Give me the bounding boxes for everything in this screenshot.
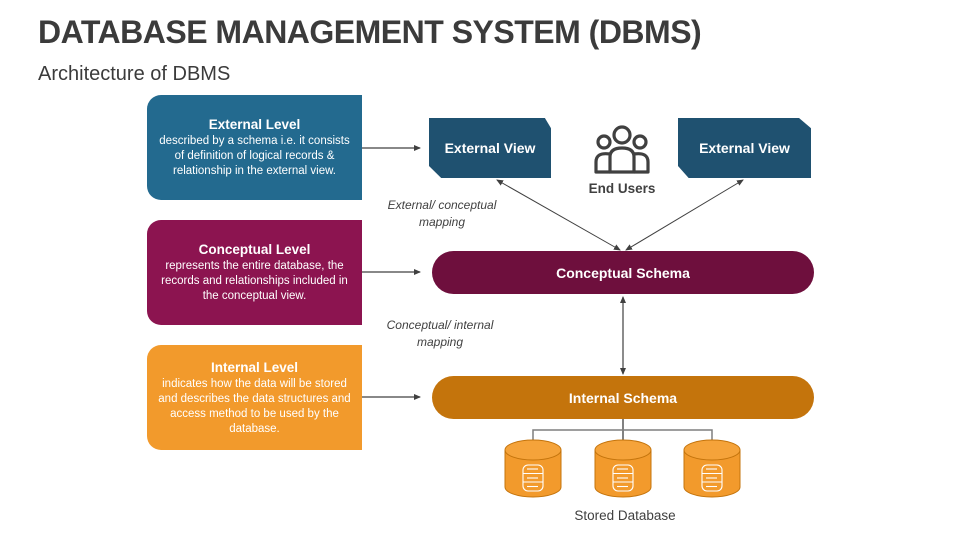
database-cylinder-icon [683,439,741,498]
conceptual-schema-box: Conceptual Schema [432,251,814,294]
database-cylinder-icon [594,439,652,498]
internal-level-heading: Internal Level [210,359,299,375]
internal-level-description: indicates how the data will be stored an… [158,377,351,435]
external-view-box: External View [429,118,551,178]
conceptual-level-box: Conceptual Level represents the entire d… [147,220,362,325]
conceptual-level-description: represents the entire database, the reco… [161,260,348,302]
external-level-box: External Level described by a schema i.e… [147,95,362,200]
end-users-label: End Users [588,181,656,196]
external-conceptual-mapping-label: External/ conceptual mapping [387,198,497,229]
external-level-description: described by a schema i.e. it consists o… [159,135,350,177]
stored-database-label: Stored Database [574,508,676,523]
conceptual-internal-mapping-label: Conceptual/ internal mapping [386,318,494,349]
conceptual-level-heading: Conceptual Level [198,242,311,257]
internal-schema-box: Internal Schema [432,376,814,419]
internal-level-box: Internal Level indicates how the data wi… [147,345,362,450]
external-level-heading: External Level [208,117,301,132]
end-users: End Users [586,124,658,196]
database-cylinder-icon [504,439,562,498]
external-view-box: External View [678,118,811,178]
users-icon [594,125,650,174]
